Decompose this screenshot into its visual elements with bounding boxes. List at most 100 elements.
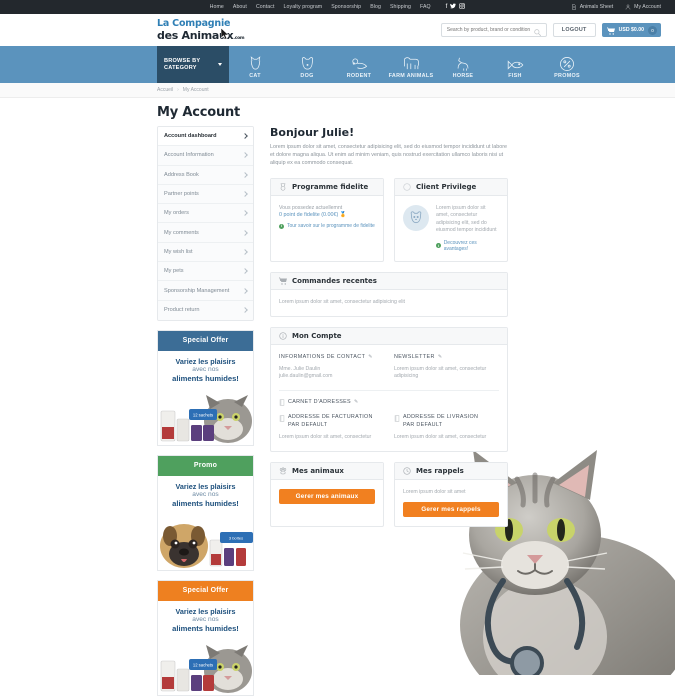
category-farm-animals[interactable]: FARM ANIMALS xyxy=(385,55,437,79)
loyalty-info-link[interactable]: Tour savoir sur le programme de fidelite xyxy=(287,223,375,229)
user-icon xyxy=(625,4,631,10)
promo-banner-3[interactable]: Special Offer Variez les plaisirs avec n… xyxy=(157,579,254,696)
sidebar-item-account-dashboard[interactable]: Account dashboard xyxy=(158,127,253,147)
sidebar-item-label: Partner points xyxy=(164,191,199,198)
address-columns: ADDRESSE DE FACTURATION PAR DEFAULT Lore… xyxy=(279,414,499,441)
topnav-link-blog[interactable]: Blog xyxy=(370,4,381,10)
promo-banner-3-line1: Variez les plaisirs xyxy=(175,606,236,616)
sidebar-item-product-return[interactable]: Product return xyxy=(158,300,253,320)
social-links: f xyxy=(446,3,466,11)
sidebar-item-account-information[interactable]: Account Information xyxy=(158,146,253,166)
category-horse[interactable]: HORSE xyxy=(437,55,489,79)
chevron-right-icon xyxy=(242,152,248,159)
search-icon[interactable] xyxy=(534,27,541,36)
utility-nav: Home About Contact Loyalty program Spons… xyxy=(210,3,466,11)
svg-text:12 sachets: 12 sachets xyxy=(193,412,213,417)
category-promos-label: PROMOS xyxy=(554,73,580,79)
newsletter-heading-label: NEWSLETTER xyxy=(394,353,435,360)
breadcrumb-home[interactable]: Accueil xyxy=(157,87,173,93)
sidebar-item-my-comments[interactable]: My comments xyxy=(158,223,253,243)
cart-count-badge: 0 xyxy=(648,25,657,35)
topnav-link-faq[interactable]: FAQ xyxy=(420,4,431,10)
promo-banner-2[interactable]: Promo Variez les plaisirs avec nos alime… xyxy=(157,454,254,571)
newsletter-body: Lorem ipsum dolor sit amet, consectetur … xyxy=(394,365,487,380)
category-dog[interactable]: DOG xyxy=(281,55,333,79)
sidebar-item-partner-points[interactable]: Partner points xyxy=(158,184,253,205)
gerer-mes-rappels-button[interactable]: Gerer mes rappels xyxy=(403,502,499,518)
category-rodent[interactable]: RODENT xyxy=(333,55,385,79)
mon-compte-header: Mon Compte xyxy=(271,327,507,345)
chevron-down-icon[interactable] xyxy=(218,63,222,66)
topnav-link-sponsorship[interactable]: Sponsorship xyxy=(331,4,361,10)
category-cat[interactable]: CAT xyxy=(229,55,281,79)
sidebar-item-label: My comments xyxy=(164,229,199,236)
mes-rappels-text: Lorem ipsum dolor sit amet xyxy=(403,488,466,495)
newsletter-heading: NEWSLETTER ✎ xyxy=(394,354,491,360)
sidebar-item-address-book[interactable]: Address Book xyxy=(158,165,253,185)
cart-icon xyxy=(606,26,615,35)
account-sidebar: Account dashboard Account Information Ad… xyxy=(157,126,254,696)
privilege-link-row[interactable]: i Decouvrez ces avantages! xyxy=(436,240,499,252)
mes-rappels-header: Mes rappels xyxy=(395,462,507,480)
pencil-icon[interactable]: ✎ xyxy=(368,354,373,360)
loyalty-link-row[interactable]: i Tour savoir sur le programme de fideli… xyxy=(279,223,375,229)
mes-animaux-body: Gerer mes animaux xyxy=(271,480,383,513)
mes-rappels-title: Mes rappels xyxy=(416,466,464,475)
my-account-link[interactable]: My Account xyxy=(625,4,661,10)
sidebar-item-my-pets[interactable]: My pets xyxy=(158,262,253,282)
site-header: La Compagnie des Animaux.com LOGOUT USD … xyxy=(0,14,675,46)
utility-bar: Home About Contact Loyalty program Spons… xyxy=(0,0,675,14)
sidebar-item-label: My wish list xyxy=(164,248,193,255)
category-horse-label: HORSE xyxy=(452,73,474,79)
category-dog-label: DOG xyxy=(300,73,314,79)
topnav-link-contact[interactable]: Contact xyxy=(256,4,275,10)
animals-sheet-link[interactable]: Animals Sheet xyxy=(571,4,613,10)
search-box[interactable] xyxy=(440,23,547,37)
contact-newsletter-columns: INFORMATIONS DE CONTACT ✎ Mme. Julie Dau… xyxy=(279,354,499,381)
browse-by-category-button[interactable]: BROWSE BY CATEGORY xyxy=(157,46,229,83)
chevron-right-icon xyxy=(242,229,248,236)
promo-banner-2-body: Variez les plaisirs avec nos aliments hu… xyxy=(158,476,253,570)
sidebar-item-sponsorship-management[interactable]: Sponsorship Management xyxy=(158,281,253,301)
medal-badge-icon: 🏅 xyxy=(339,212,347,219)
topnav-link-about[interactable]: About xyxy=(233,4,247,10)
cart-icon xyxy=(279,277,287,285)
sidebar-item-label: My pets xyxy=(164,268,184,275)
logo-line-1: La Compagnie xyxy=(157,18,231,29)
greeting-title: Bonjour Julie! xyxy=(270,126,355,139)
cart-button[interactable]: USD $0.00 0 xyxy=(601,23,661,37)
header-actions: LOGOUT USD $0.00 0 xyxy=(440,23,661,37)
sidebar-item-my-wish-list[interactable]: My wish list xyxy=(158,242,253,263)
topnav-link-home[interactable]: Home xyxy=(210,4,224,10)
instagram-icon[interactable] xyxy=(459,3,466,11)
twitter-icon[interactable] xyxy=(450,3,457,11)
mes-animaux-title: Mes animaux xyxy=(292,466,344,475)
logout-button[interactable]: LOGOUT xyxy=(552,23,596,37)
privilege-link[interactable]: Decouvrez ces avantages! xyxy=(444,240,499,252)
gerer-mes-animaux-button[interactable]: Gerer mes animaux xyxy=(279,488,375,504)
rodent-icon xyxy=(350,55,369,72)
client-privilege-text-block: Lorem ipsum dolor sit amet, consectetur … xyxy=(436,205,499,252)
loyalty-program-header: Programme fidelite xyxy=(271,178,383,196)
sidebar-item-my-orders[interactable]: My orders xyxy=(158,204,253,224)
search-input[interactable] xyxy=(446,27,534,33)
info-icon: i xyxy=(436,243,441,249)
promo-banner-1-art: 12 sachets xyxy=(160,394,252,443)
promo-banner-1-line2: avec nos xyxy=(192,365,219,373)
shipping-address-heading: ADDRESSE DE LIVRASION PAR DEFAULT xyxy=(394,414,491,429)
promo-banner-2-line1: Variez les plaisirs xyxy=(175,481,236,491)
loyalty-line-1: Vous possedez actuellemnt xyxy=(279,204,343,211)
doc-icon xyxy=(279,415,285,422)
topnav-link-shipping[interactable]: Shipping xyxy=(390,4,411,10)
sidebar-item-label: Sponsorship Management xyxy=(164,287,230,294)
topnav-link-loyalty-program[interactable]: Loyalty program xyxy=(284,4,323,10)
category-promos[interactable]: PROMOS xyxy=(541,56,593,79)
facebook-icon[interactable]: f xyxy=(446,4,448,10)
page-body: Account dashboard Account Information Ad… xyxy=(0,126,675,696)
recent-orders-title: Commandes recentes xyxy=(292,276,377,285)
promo-banner-1[interactable]: Special Offer Variez les plaisirs avec n… xyxy=(157,329,254,446)
site-logo[interactable]: La Compagnie des Animaux.com xyxy=(157,18,245,41)
category-fish[interactable]: FISH xyxy=(489,58,541,79)
pencil-icon[interactable]: ✎ xyxy=(354,399,359,406)
pencil-icon[interactable]: ✎ xyxy=(438,354,443,360)
